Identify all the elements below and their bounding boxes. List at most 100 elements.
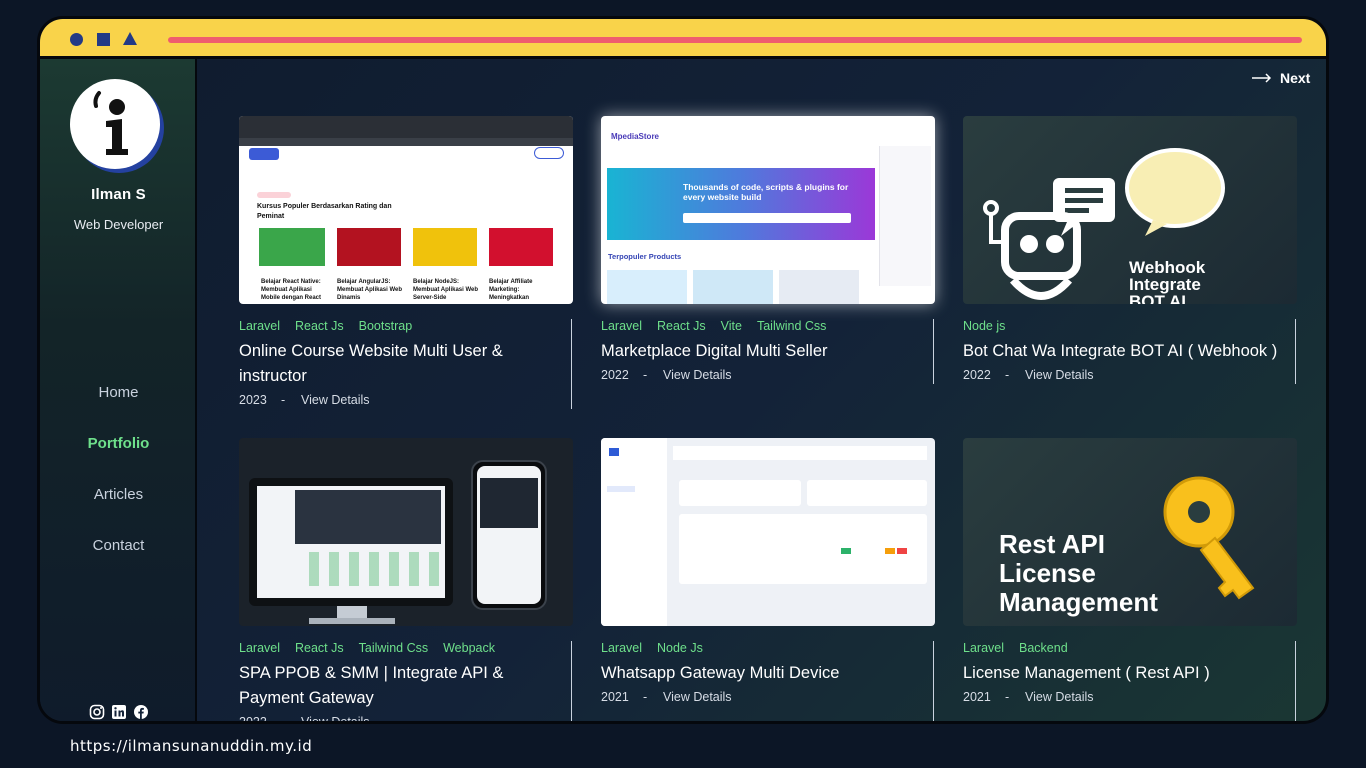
view-details-link[interactable]: View Details bbox=[1025, 368, 1094, 382]
site-url[interactable]: https://ilmansunanuddin.my.id bbox=[70, 737, 312, 755]
linkedin-icon[interactable] bbox=[111, 704, 127, 720]
tag-list: Laravel React Js Bootstrap bbox=[239, 319, 573, 333]
separator: - bbox=[281, 393, 286, 407]
sidebar: Ilman S Web Developer Home Portfolio Art… bbox=[40, 59, 197, 721]
divider bbox=[933, 319, 934, 384]
caption-line: Rest API bbox=[999, 529, 1105, 559]
view-details-link[interactable]: View Details bbox=[663, 690, 732, 704]
thumb-caption: Webhook Integrate BOT AI bbox=[1129, 259, 1205, 304]
brand-logo: MpediaStore bbox=[611, 132, 660, 141]
status-badge bbox=[841, 548, 851, 554]
section-title: Terpopuler Products bbox=[608, 252, 682, 261]
course-title: Belajar AngularJS: Membuat Aplikasi Web … bbox=[337, 279, 403, 301]
project-year: 2023 bbox=[239, 393, 267, 407]
view-details-link[interactable]: View Details bbox=[301, 715, 370, 721]
stat-card bbox=[679, 480, 801, 506]
course-title: Belajar React Native: Membuat Aplikasi M… bbox=[261, 279, 322, 301]
screen-icons bbox=[299, 552, 439, 586]
project-title[interactable]: Online Course Website Multi User & instr… bbox=[239, 339, 539, 389]
side-menu bbox=[879, 146, 931, 286]
thumb-caption: Rest API License Management bbox=[999, 530, 1158, 617]
tag[interactable]: Laravel bbox=[963, 641, 1004, 655]
tag[interactable]: React Js bbox=[657, 319, 706, 333]
tag[interactable]: Node js bbox=[963, 319, 1005, 333]
next-label: Next bbox=[1280, 70, 1311, 86]
nav-contact[interactable]: Contact bbox=[40, 537, 197, 554]
label-badge bbox=[257, 192, 291, 198]
app-header bbox=[673, 446, 927, 460]
project-title[interactable]: SPA PPOB & SMM | Integrate API & Payment… bbox=[239, 661, 539, 711]
project-thumbnail[interactable] bbox=[239, 438, 573, 626]
product-thumb bbox=[779, 270, 859, 304]
screen-banner bbox=[295, 490, 441, 544]
separator: - bbox=[1005, 690, 1010, 704]
project-year: 2022 bbox=[239, 715, 267, 724]
course-title: Belajar Affiliate Marketing: Meningkatka… bbox=[489, 279, 533, 301]
tag[interactable]: React Js bbox=[295, 641, 344, 655]
project-title[interactable]: Whatsapp Gateway Multi Device bbox=[601, 661, 901, 686]
divider bbox=[1295, 641, 1296, 721]
tag[interactable]: Node Js bbox=[657, 641, 703, 655]
project-meta: Laravel Backend License Management ( Res… bbox=[963, 641, 1297, 704]
project-thumbnail[interactable]: MpediaStore Thousands of code, scripts &… bbox=[601, 116, 935, 304]
facebook-icon[interactable] bbox=[133, 704, 149, 720]
stat-card bbox=[807, 480, 927, 506]
tag[interactable]: Laravel bbox=[239, 641, 280, 655]
tag[interactable]: Tailwind Css bbox=[757, 319, 826, 333]
square-icon bbox=[97, 33, 110, 46]
project-year: 2021 bbox=[601, 690, 629, 704]
view-details-link[interactable]: View Details bbox=[1025, 690, 1094, 704]
profile-name: Ilman S bbox=[91, 186, 146, 203]
course-thumb bbox=[489, 228, 553, 266]
separator: - bbox=[643, 690, 648, 704]
divider bbox=[933, 641, 934, 721]
monitor-base bbox=[309, 618, 395, 624]
hero-banner bbox=[607, 168, 875, 240]
nav-home[interactable]: Home bbox=[40, 384, 197, 401]
project-title[interactable]: Bot Chat Wa Integrate BOT AI ( Webhook ) bbox=[963, 339, 1293, 364]
project-thumbnail[interactable]: Rest API License Management bbox=[963, 438, 1297, 626]
product-thumb bbox=[693, 270, 773, 304]
phone-banner bbox=[480, 478, 538, 528]
tag[interactable]: Vite bbox=[721, 319, 742, 333]
divider bbox=[571, 319, 572, 409]
logo bbox=[249, 148, 279, 160]
course-thumb bbox=[259, 228, 325, 266]
tag[interactable]: Laravel bbox=[239, 319, 280, 333]
bookmarks-bar bbox=[239, 138, 573, 146]
separator: - bbox=[643, 368, 648, 382]
divider bbox=[571, 641, 572, 721]
project-meta: Laravel React Js Bootstrap Online Course… bbox=[239, 319, 573, 407]
project-title[interactable]: License Management ( Rest API ) bbox=[963, 661, 1263, 686]
profile-role: Web Developer bbox=[73, 217, 164, 232]
tag[interactable]: Backend bbox=[1019, 641, 1068, 655]
app-logo bbox=[609, 448, 619, 456]
avatar bbox=[70, 79, 160, 169]
separator: - bbox=[1005, 368, 1010, 382]
triangle-icon bbox=[123, 32, 137, 45]
nav-articles[interactable]: Articles bbox=[40, 486, 197, 503]
tag[interactable]: Tailwind Css bbox=[359, 641, 428, 655]
project-year: 2021 bbox=[963, 690, 991, 704]
nav-portfolio[interactable]: Portfolio bbox=[40, 435, 197, 452]
hero-text: Thousands of code, scripts & plugins for… bbox=[683, 182, 849, 202]
project-thumbnail[interactable]: Kursus Populer Berdasarkan Rating dan Pe… bbox=[239, 116, 573, 304]
tag[interactable]: Laravel bbox=[601, 641, 642, 655]
tag[interactable]: Laravel bbox=[601, 319, 642, 333]
tag[interactable]: React Js bbox=[295, 319, 344, 333]
active-nav bbox=[607, 486, 635, 492]
project-year: 2022 bbox=[601, 368, 629, 382]
tag[interactable]: Webpack bbox=[443, 641, 495, 655]
browser-chrome bbox=[239, 116, 573, 138]
next-button[interactable]: Next bbox=[1252, 70, 1310, 86]
view-details-link[interactable]: View Details bbox=[663, 368, 732, 382]
project-thumbnail[interactable] bbox=[601, 438, 935, 626]
view-details-link[interactable]: View Details bbox=[301, 393, 370, 407]
instagram-icon[interactable] bbox=[89, 704, 105, 720]
tag[interactable]: Bootstrap bbox=[359, 319, 413, 333]
project-title[interactable]: Marketplace Digital Multi Seller bbox=[601, 339, 901, 364]
project-meta: Laravel React Js Vite Tailwind Css Marke… bbox=[601, 319, 935, 382]
project-year: 2022 bbox=[963, 368, 991, 382]
browser-topbar bbox=[40, 19, 1326, 59]
project-thumbnail[interactable]: Webhook Integrate BOT AI bbox=[963, 116, 1297, 304]
